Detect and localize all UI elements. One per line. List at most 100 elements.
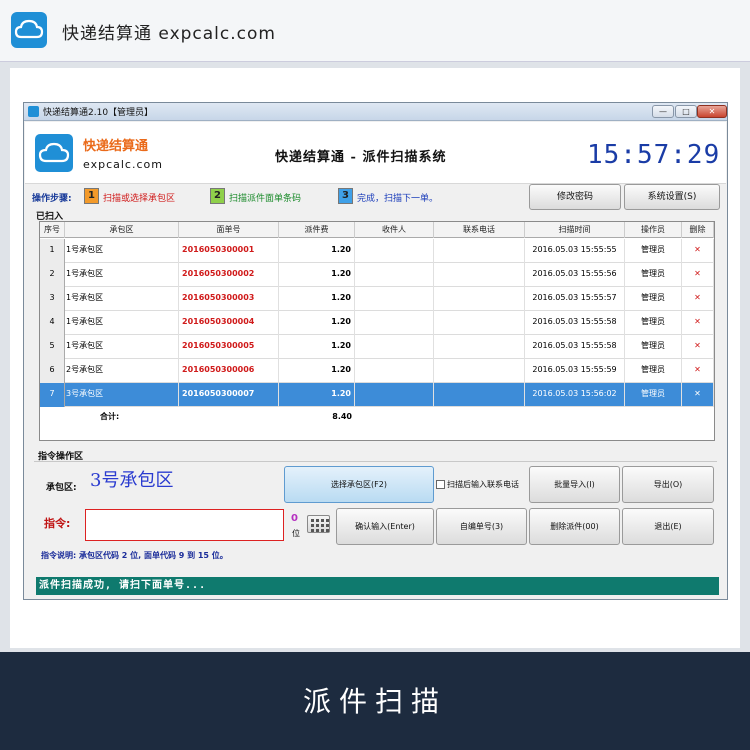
keypad-icon[interactable]: [307, 515, 330, 533]
delete-row-icon[interactable]: ✕: [682, 359, 714, 383]
cell-operator: 管理员: [625, 359, 682, 383]
step-3-badge: 3: [338, 188, 353, 204]
cell-phone: [434, 383, 525, 407]
brand-title: 快递结算通 expcalc.com: [62, 24, 276, 44]
select-zone-button[interactable]: 选择承包区(F2): [284, 466, 434, 503]
cell-phone: [434, 335, 525, 359]
step-2-badge: 2: [210, 188, 225, 204]
change-password-button[interactable]: 修改密码: [529, 184, 621, 210]
window-titlebar[interactable]: 快递结算通2.10【管理员】 — □ ✕: [24, 103, 727, 121]
minimize-button[interactable]: —: [652, 105, 674, 118]
cell-phone: [434, 239, 525, 263]
cell-recipient: [355, 335, 434, 359]
delete-row-icon[interactable]: ✕: [682, 311, 714, 335]
column-header-phone[interactable]: 联系电话: [434, 222, 525, 238]
cell-time: 2016.05.03 15:55:59: [525, 359, 625, 383]
digit-count: 0: [291, 513, 298, 524]
table-row[interactable]: 7 3号承包区 2016050300007 1.20 2016.05.03 15:56:…: [40, 383, 714, 407]
cell-zone: 1号承包区: [65, 287, 179, 311]
cell-time: 2016.05.03 15:55:58: [525, 311, 625, 335]
table-header: 序号 承包区 面单号 派件费 收件人 联系电话 扫描时间 操作员 删除: [40, 222, 714, 238]
cell-phone: [434, 359, 525, 383]
total-value: 8.40: [332, 412, 352, 421]
command-label: 指令:: [44, 517, 71, 530]
delete-row-icon[interactable]: ✕: [682, 287, 714, 311]
operation-steps: 操作步骤: 1 扫描或选择承包区 2 扫描派件面单条码 3 完成，扫描下一单。: [32, 187, 522, 207]
cloud-logo-icon: [35, 134, 73, 172]
cell-idx: 5: [40, 335, 65, 359]
cell-time: 2016.05.03 15:55:56: [525, 263, 625, 287]
table-row[interactable]: 4 1号承包区 2016050300004 1.20 2016.05.03 15:55:…: [40, 311, 714, 335]
cell-operator: 管理员: [625, 311, 682, 335]
maximize-button[interactable]: □: [675, 105, 697, 118]
cell-zone: 1号承包区: [65, 239, 179, 263]
delete-row-icon[interactable]: ✕: [682, 335, 714, 359]
app-domain: expcalc.com: [83, 158, 163, 171]
cell-zone: 1号承包区: [65, 335, 179, 359]
close-button[interactable]: ✕: [697, 105, 727, 118]
checkbox-label: 扫描后输入联系电话: [447, 480, 519, 489]
table-row[interactable]: 5 1号承包区 2016050300005 1.20 2016.05.03 15:55:…: [40, 335, 714, 359]
table-row[interactable]: 3 1号承包区 2016050300003 1.20 2016.05.03 15:55:…: [40, 287, 714, 311]
command-input[interactable]: [85, 509, 284, 541]
cell-waybill: 2016050300006: [179, 359, 279, 383]
cell-idx: 7: [40, 383, 65, 407]
cell-zone: 3号承包区: [65, 383, 179, 407]
column-header-del[interactable]: 删除: [682, 222, 714, 238]
step-1-badge: 1: [84, 188, 99, 204]
steps-label: 操作步骤:: [32, 194, 72, 204]
delete-row-icon[interactable]: ✕: [682, 239, 714, 263]
cloud-logo-icon: [11, 12, 47, 48]
delete-row-icon[interactable]: ✕: [682, 263, 714, 287]
app-header: 快递结算通 expcalc.com 快递结算通 - 派件扫描系统 15:57:2…: [25, 122, 726, 184]
cell-operator: 管理员: [625, 287, 682, 311]
column-header-zone[interactable]: 承包区: [65, 222, 179, 238]
cell-fee: 1.20: [279, 263, 355, 287]
clock: 15:57:29: [587, 140, 721, 170]
column-header-waybill[interactable]: 面单号: [179, 222, 279, 238]
cell-recipient: [355, 311, 434, 335]
cell-phone: [434, 287, 525, 311]
system-title: 快递结算通 - 派件扫描系统: [275, 150, 447, 165]
settings-button[interactable]: 系统设置(S): [624, 184, 720, 210]
phone-after-scan-checkbox[interactable]: 扫描后输入联系电话: [436, 479, 519, 490]
cell-idx: 1: [40, 239, 65, 263]
column-header-idx[interactable]: 序号: [40, 222, 65, 238]
table-row[interactable]: 6 2号承包区 2016050300006 1.20 2016.05.03 15:55:…: [40, 359, 714, 383]
cell-idx: 2: [40, 263, 65, 287]
cell-phone: [434, 311, 525, 335]
column-header-recipient[interactable]: 收件人: [355, 222, 434, 238]
cell-waybill: 2016050300007: [179, 383, 279, 407]
column-header-fee[interactable]: 派件费: [279, 222, 355, 238]
cell-zone: 1号承包区: [65, 311, 179, 335]
table-row[interactable]: 2 1号承包区 2016050300002 1.20 2016.05.03 15:55:…: [40, 263, 714, 287]
cell-operator: 管理员: [625, 383, 682, 407]
cell-waybill: 2016050300003: [179, 287, 279, 311]
column-header-time[interactable]: 扫描时间: [525, 222, 625, 238]
cell-zone: 1号承包区: [65, 263, 179, 287]
export-button[interactable]: 导出(O): [622, 466, 714, 503]
cell-idx: 3: [40, 287, 65, 311]
app-window: 快递结算通2.10【管理员】 — □ ✕ 快递结算通 expcalc.com 快…: [23, 102, 728, 600]
total-label: 合计:: [100, 412, 120, 421]
total-row: 合计: 8.40: [40, 406, 714, 424]
column-header-operator[interactable]: 操作员: [625, 222, 682, 238]
step-3-text: 完成，扫描下一单。: [357, 194, 439, 204]
cell-idx: 6: [40, 359, 65, 383]
cell-recipient: [355, 239, 434, 263]
cell-fee: 1.20: [279, 311, 355, 335]
confirm-input-button[interactable]: 确认输入(Enter): [336, 508, 434, 545]
delete-delivery-button[interactable]: 删除派件(00): [529, 508, 620, 545]
cell-waybill: 2016050300001: [179, 239, 279, 263]
checkbox-box[interactable]: [436, 480, 445, 489]
table-row[interactable]: 1 1号承包区 2016050300001 1.20 2016.05.03 15:55:…: [40, 239, 714, 263]
cell-operator: 管理员: [625, 335, 682, 359]
exit-button[interactable]: 退出(E): [622, 508, 714, 545]
scanned-table: 序号 承包区 面单号 派件费 收件人 联系电话 扫描时间 操作员 删除 1 1号承包区 201605…: [39, 221, 715, 441]
self-number-button[interactable]: 自编单号(3): [436, 508, 527, 545]
batch-import-button[interactable]: 批量导入(I): [529, 466, 620, 503]
delete-row-icon[interactable]: ✕: [682, 383, 714, 407]
cell-recipient: [355, 359, 434, 383]
banner-text: 派件扫描: [302, 685, 447, 718]
step-1-text: 扫描或选择承包区: [103, 194, 176, 204]
